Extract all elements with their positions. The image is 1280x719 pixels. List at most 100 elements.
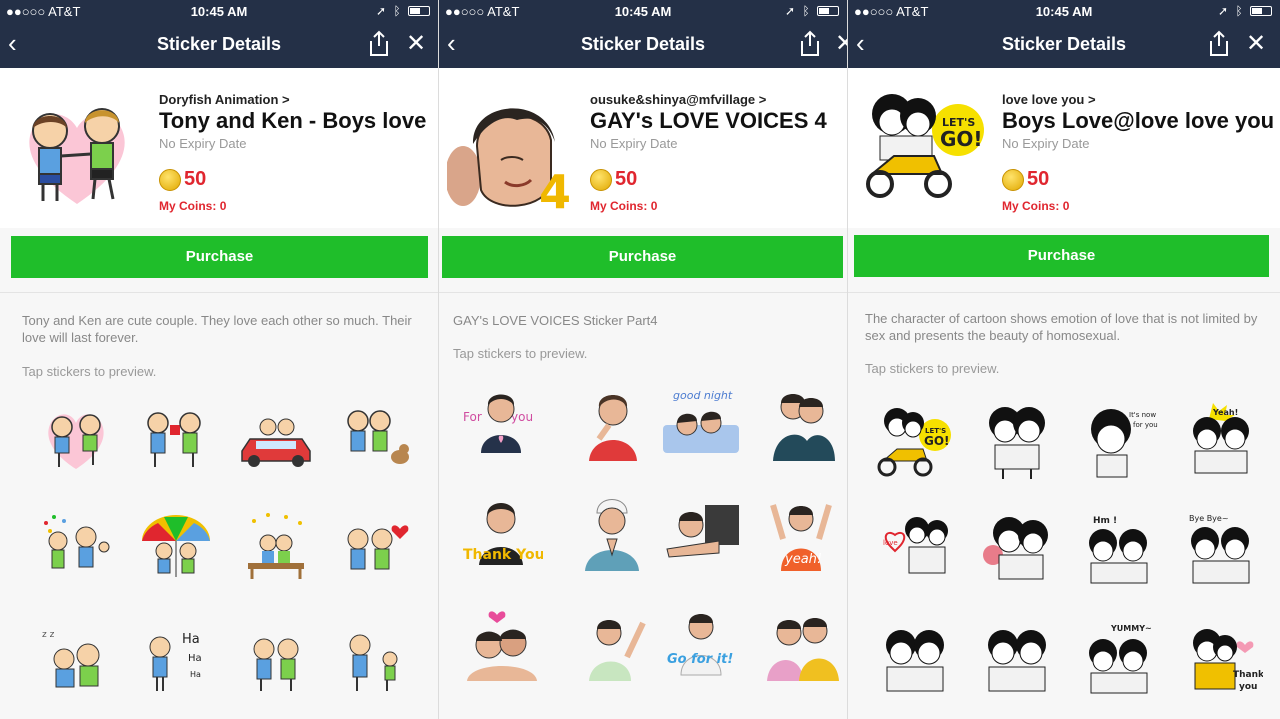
my-coins-value: 0 [1062,199,1070,213]
my-coins-label: My Coins: [590,199,648,213]
author-link[interactable]: ousuke&shinya@mfvillage > [590,92,766,107]
sticker-item[interactable]: Go for it! [659,601,743,685]
svg-text:you: you [1239,682,1257,692]
sticker-item[interactable] [975,617,1059,701]
battery-fill [1252,8,1262,14]
navbar: ‹ Sticker Details ✕ [0,22,438,68]
sticker-header: Doryfish Animation > Tony and Ken - Boys… [0,68,438,228]
sticker-item[interactable]: Yeah! [1179,399,1263,483]
svg-text:for you: for you [1133,421,1158,429]
expiry-text: No Expiry Date [590,136,678,151]
sticker-item[interactable]: yeah! [759,491,843,575]
sticker-item[interactable]: It's now for you [1077,399,1161,483]
sticker-item[interactable]: good night [659,381,743,465]
sticker-item[interactable] [334,507,418,591]
share-icon[interactable] [366,30,392,58]
sticker-item[interactable] [234,619,318,703]
divider [439,292,847,293]
svg-text:Go for it!: Go for it! [667,652,733,667]
sticker-item[interactable] [569,381,653,465]
sticker-item[interactable]: For you [459,381,543,465]
status-bar: ●●○○○ AT&T 10:45 AM ➚ ᛒ [848,0,1280,22]
location-arrow-icon: ➚ [376,4,387,18]
sticker-item[interactable] [234,507,318,591]
svg-text:Thank You: Thank You [463,547,543,563]
sticker-item[interactable] [569,601,653,685]
purchase-button[interactable]: Purchase [854,235,1269,277]
bluetooth-icon: ᛒ [393,4,401,18]
close-icon[interactable]: ✕ [1246,32,1266,56]
close-icon[interactable]: ✕ [835,32,847,56]
status-time: 10:45 AM [190,4,248,19]
svg-text:Hm !: Hm ! [1093,516,1117,526]
sticker-item[interactable] [659,491,743,575]
my-coins: My Coins: 0 [159,199,226,213]
screens: ●●○○○ AT&T 10:45 AM ➚ ᛒ ‹ Sticker Detail… [0,0,1280,719]
sticker-item[interactable] [34,507,118,591]
preview-hint: Tap stickers to preview. [22,364,157,379]
product-title: GAY's LOVE VOICES 4 [590,108,827,133]
sticker-item[interactable] [134,395,218,479]
battery-icon [1250,6,1272,16]
product-title: Boys Love@love love you [1002,108,1275,133]
product-title: Tony and Ken - Boys love [159,108,427,133]
my-coins: My Coins: 0 [590,199,657,213]
status-bar: ●●○○○ AT&T 10:45 AM ➚ ᛒ [439,0,847,22]
bluetooth-icon: ᛒ [1235,4,1243,18]
navbar: ‹ Sticker Details ✕ [848,22,1280,68]
expiry-text: No Expiry Date [1002,136,1090,151]
sticker-item[interactable] [975,507,1059,591]
location-arrow-icon: ➚ [1218,4,1229,18]
share-icon[interactable] [1206,30,1232,58]
svg-text:GO!: GO! [924,434,950,448]
coin-icon [590,169,612,191]
sticker-item[interactable]: Thank you [1179,617,1265,701]
sticker-item[interactable] [134,507,218,591]
sticker-item[interactable] [234,395,318,479]
svg-text:It's now: It's now [1129,411,1156,419]
svg-text:good night: good night [673,389,733,402]
my-coins: My Coins: 0 [1002,199,1069,213]
sticker-item[interactable] [759,601,843,685]
author-link[interactable]: Doryfish Animation > [159,92,290,107]
sticker-thumbnail [29,108,125,204]
close-icon[interactable]: ✕ [406,32,426,56]
sticker-item[interactable]: love [873,507,957,591]
sticker-item[interactable]: LET'S GO! [873,399,957,483]
bluetooth-icon: ᛒ [802,4,810,18]
svg-text:Bye Bye~: Bye Bye~ [1189,514,1229,523]
sticker-item[interactable] [459,601,543,685]
sticker-item[interactable] [759,381,843,465]
divider [0,292,438,293]
sticker-item[interactable] [334,619,418,703]
status-bar: ●●○○○ AT&T 10:45 AM ➚ ᛒ [0,0,438,22]
screen-2: ●●○○○ AT&T 10:45 AM ➚ ᛒ ‹ Sticker Detail… [439,0,847,719]
divider [848,292,1280,293]
sticker-item[interactable] [569,491,653,575]
svg-text:Ha: Ha [190,670,201,679]
sticker-item[interactable]: Hm ! [1077,507,1161,591]
preview-hint: Tap stickers to preview. [453,346,588,361]
sticker-item[interactable] [873,617,957,701]
sticker-item[interactable]: z z [34,619,118,703]
sticker-item[interactable]: Bye Bye~ [1179,507,1263,591]
sticker-item[interactable]: Thank You [459,491,545,575]
purchase-button[interactable]: Purchase [442,236,843,278]
price: 50 [1027,168,1050,190]
battery-fill [410,8,420,14]
svg-text:YUMMY~: YUMMY~ [1110,624,1152,633]
sticker-item[interactable]: YUMMY~ [1077,617,1161,701]
description: The character of cartoon shows emotion o… [865,311,1258,343]
description: Tony and Ken are cute couple. They love … [22,313,412,345]
my-coins-value: 0 [219,199,227,213]
sticker-thumbnail: LET'S GO! [866,94,984,198]
sticker-item[interactable]: Ha Ha Ha [134,619,218,703]
sticker-item[interactable] [34,395,118,479]
purchase-button[interactable]: Purchase [11,236,428,278]
share-icon[interactable] [797,30,823,58]
author-link[interactable]: love love you > [1002,92,1096,107]
sticker-item[interactable] [334,395,418,479]
status-icons: ➚ ᛒ [785,4,839,18]
status-time: 10:45 AM [1035,4,1093,19]
sticker-item[interactable] [975,399,1059,483]
